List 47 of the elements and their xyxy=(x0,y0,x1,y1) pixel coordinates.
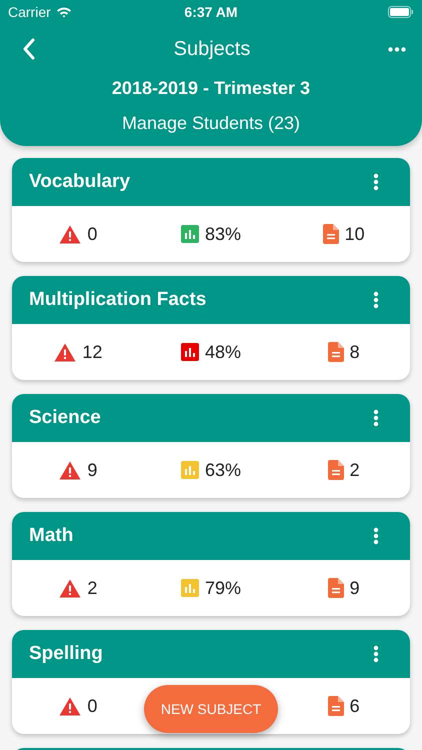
alert-count: 9 xyxy=(87,460,98,480)
alert-count: 12 xyxy=(82,342,102,362)
document-count: 2 xyxy=(350,460,360,480)
warning-icon xyxy=(59,224,82,244)
grade-percent: 79% xyxy=(204,578,241,598)
carrier-label: Carrier xyxy=(8,4,51,20)
warning-icon xyxy=(59,696,82,716)
subject-name: Vocabulary xyxy=(29,171,130,193)
manage-students-link[interactable]: Manage Students (23) xyxy=(0,113,422,134)
term-label: 2018-2019 - Trimester 3 xyxy=(110,78,312,99)
battery-icon xyxy=(388,6,414,18)
page-title: Subjects xyxy=(174,38,250,60)
document-icon xyxy=(328,460,344,480)
kebab-icon[interactable] xyxy=(373,527,379,545)
more-icon[interactable] xyxy=(388,46,406,52)
clock: 6:37 AM xyxy=(184,4,238,20)
grade-percent: 63% xyxy=(204,460,241,480)
document-count: 6 xyxy=(350,696,360,716)
kebab-icon[interactable] xyxy=(373,291,379,309)
document-count: 8 xyxy=(350,342,360,362)
warning-icon xyxy=(59,578,82,598)
alert-count: 0 xyxy=(87,224,98,244)
document-count: 10 xyxy=(344,224,365,244)
grade-percent: 48% xyxy=(204,342,241,362)
kebab-icon[interactable] xyxy=(373,173,379,191)
subject-card[interactable]: Science 9 63% 2 xyxy=(12,394,410,498)
alert-count: 0 xyxy=(87,696,98,716)
document-icon xyxy=(328,342,344,362)
document-icon xyxy=(322,224,339,244)
warning-icon xyxy=(59,460,82,480)
subject-name: Multiplication Facts xyxy=(29,289,206,311)
warning-icon xyxy=(54,342,76,362)
wifi-icon xyxy=(56,6,72,18)
subject-name: Science xyxy=(29,407,101,429)
subject-name: Spelling xyxy=(29,643,103,665)
document-icon xyxy=(328,696,344,716)
back-icon[interactable] xyxy=(22,38,36,60)
kebab-icon[interactable] xyxy=(373,409,379,427)
grade-percent: 83% xyxy=(204,224,241,244)
document-icon xyxy=(328,578,344,598)
kebab-icon[interactable] xyxy=(373,645,379,663)
subject-name: Math xyxy=(29,525,74,547)
document-count: 9 xyxy=(350,578,360,598)
subject-card[interactable]: Math 2 79% 9 xyxy=(12,512,410,616)
subject-card[interactable]: Vocabulary 0 83% 10 xyxy=(12,158,410,262)
alert-count: 2 xyxy=(87,578,98,598)
subject-card[interactable]: Multiplication Facts 12 48% 8 xyxy=(12,276,410,380)
